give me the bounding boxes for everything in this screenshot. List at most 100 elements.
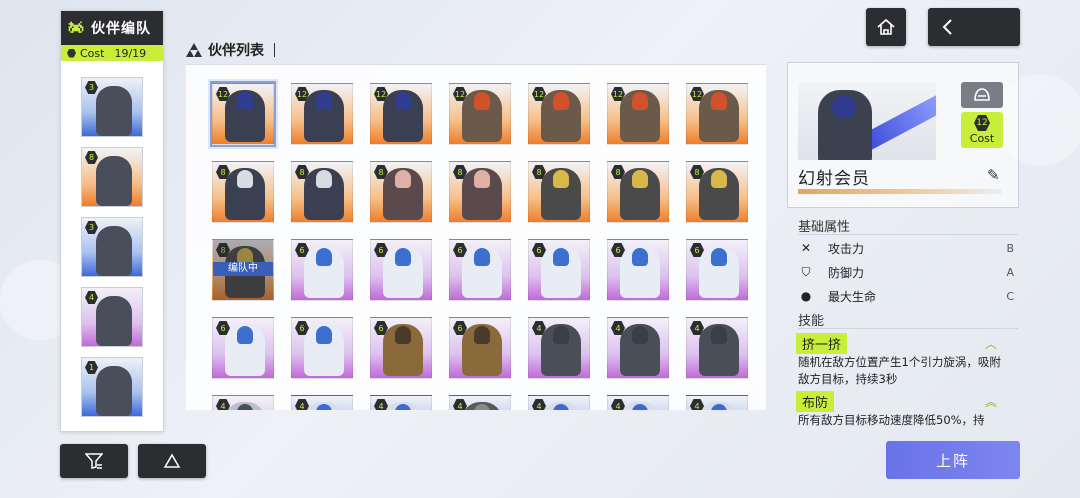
attribute-row: ● 最大生命 C bbox=[798, 285, 1014, 307]
companion-head bbox=[632, 248, 648, 266]
skill-desc-2: 所有敌方目标移动速度降低50%，持 bbox=[798, 413, 985, 427]
companion-card[interactable]: 12 bbox=[370, 83, 432, 145]
companion-card[interactable]: 6 bbox=[607, 239, 669, 301]
in-team-badge: 编队中 bbox=[213, 262, 273, 276]
companion-card[interactable]: 8 编队中 bbox=[212, 239, 274, 301]
home-button[interactable] bbox=[866, 8, 906, 46]
companion-card[interactable]: 12 bbox=[449, 83, 511, 145]
companion-card[interactable]: 4 bbox=[370, 395, 432, 410]
companion-card[interactable]: 4 bbox=[449, 395, 511, 410]
companion-head bbox=[474, 248, 490, 266]
companion-head bbox=[474, 170, 490, 188]
companion-head bbox=[395, 92, 411, 110]
team-member-level: 3 bbox=[85, 81, 98, 94]
companion-card[interactable]: 8 bbox=[449, 161, 511, 223]
unit-portrait bbox=[798, 82, 936, 160]
companion-card[interactable]: 4 bbox=[686, 317, 748, 379]
list-title: 伙伴列表 bbox=[208, 43, 264, 59]
companion-head bbox=[553, 170, 569, 188]
companion-head bbox=[632, 326, 648, 344]
team-member-figure bbox=[96, 86, 132, 136]
companion-card[interactable]: 8 bbox=[528, 161, 590, 223]
attribute-name: 最大生命 bbox=[828, 289, 877, 304]
helmet-toggle-button[interactable] bbox=[961, 82, 1003, 108]
cost-hex-icon bbox=[67, 48, 76, 58]
unit-cost-level: 12 bbox=[974, 115, 990, 131]
companion-card[interactable]: 6 bbox=[528, 239, 590, 301]
back-arrow-icon bbox=[942, 19, 952, 35]
team-member-slot[interactable]: 1 bbox=[81, 357, 143, 417]
skills-title: 技能 bbox=[798, 314, 825, 329]
companion-card[interactable]: 6 bbox=[291, 239, 353, 301]
skill-name-1[interactable]: 挤一挤 bbox=[796, 333, 848, 354]
companion-card[interactable]: 12 bbox=[607, 83, 669, 145]
companion-list-panel[interactable]: 12 12 12 12 12 12 12 8 8 8 8 8 8 8 8 编队中 6 6 6 6 6 6 6 6 6 6 4 4 4 4 4… bbox=[186, 64, 766, 410]
companion-card[interactable]: 6 bbox=[370, 239, 432, 301]
companion-card[interactable]: 6 bbox=[449, 317, 511, 379]
companion-card[interactable]: 4 bbox=[528, 395, 590, 410]
team-member-slot[interactable]: 4 bbox=[81, 287, 143, 347]
companion-head bbox=[553, 326, 569, 344]
companion-level: 4 bbox=[295, 399, 309, 410]
companion-head bbox=[237, 326, 253, 344]
companion-head bbox=[711, 248, 727, 266]
companion-head bbox=[316, 92, 332, 110]
companion-card[interactable]: 6 bbox=[291, 317, 353, 379]
companion-level: 4 bbox=[216, 399, 230, 410]
companion-head bbox=[474, 326, 490, 344]
companion-card[interactable]: 4 bbox=[528, 317, 590, 379]
team-member-slot[interactable]: 8 bbox=[81, 147, 143, 207]
unit-cost-badge: 12 Cost bbox=[961, 112, 1003, 148]
team-member-slot[interactable]: 3 bbox=[81, 217, 143, 277]
edit-pencil-icon[interactable]: ✎ bbox=[987, 166, 1000, 184]
companion-card[interactable]: 4 bbox=[212, 395, 274, 410]
skill-name-2[interactable]: 布防 bbox=[796, 391, 835, 412]
double-chevron-up-icon: ︽ bbox=[985, 395, 998, 409]
chevron-up-icon: ︿ bbox=[985, 337, 998, 351]
companion-card[interactable]: 4 bbox=[291, 395, 353, 410]
companion-card[interactable]: 8 bbox=[370, 161, 432, 223]
companion-card[interactable]: 12 bbox=[291, 83, 353, 145]
attribute-name: 防御力 bbox=[828, 265, 865, 280]
companion-level: 4 bbox=[374, 399, 388, 410]
unit-visor-graphic bbox=[832, 96, 856, 118]
companion-head bbox=[632, 170, 648, 188]
companion-head bbox=[395, 248, 411, 266]
companion-head bbox=[553, 248, 569, 266]
deploy-button[interactable]: 上阵 bbox=[886, 441, 1020, 479]
back-button[interactable] bbox=[928, 8, 1020, 46]
team-member-slot[interactable]: 3 bbox=[81, 77, 143, 137]
companion-card[interactable]: 6 bbox=[686, 239, 748, 301]
companion-card[interactable]: 12 bbox=[686, 83, 748, 145]
companion-card[interactable]: 8 bbox=[212, 161, 274, 223]
companion-card[interactable]: 8 bbox=[607, 161, 669, 223]
companion-level: 4 bbox=[453, 399, 467, 410]
base-attr-title: 基础属性 bbox=[798, 220, 851, 235]
companion-level: 4 bbox=[690, 399, 704, 410]
team-member-list: 3 8 3 4 1 bbox=[61, 61, 163, 417]
companion-head bbox=[711, 170, 727, 188]
crossed-swords-icon: ✕ bbox=[800, 241, 812, 255]
companion-card[interactable]: 8 bbox=[291, 161, 353, 223]
companion-card[interactable]: 6 bbox=[449, 239, 511, 301]
filter-button[interactable] bbox=[60, 444, 128, 478]
companion-head bbox=[316, 326, 332, 344]
companion-card[interactable]: 8 bbox=[686, 161, 748, 223]
section-divider bbox=[798, 328, 1018, 329]
companion-level: 8 bbox=[216, 243, 230, 257]
companion-card[interactable]: 12 bbox=[210, 81, 276, 147]
companion-card[interactable]: 6 bbox=[212, 317, 274, 379]
team-cost-value: 19/19 bbox=[114, 46, 147, 60]
companion-card[interactable]: 12 bbox=[528, 83, 590, 145]
attribute-name: 攻击力 bbox=[828, 241, 865, 256]
companion-head bbox=[237, 92, 253, 110]
sort-button[interactable] bbox=[138, 444, 206, 478]
triangle-icon bbox=[163, 453, 181, 468]
companion-card[interactable]: 4 bbox=[686, 395, 748, 410]
companion-card[interactable]: 4 bbox=[607, 395, 669, 410]
companion-card[interactable]: 4 bbox=[607, 317, 669, 379]
companion-card[interactable]: 6 bbox=[370, 317, 432, 379]
filter-icon bbox=[85, 453, 103, 469]
attribute-row: ✕ 攻击力 B bbox=[798, 237, 1014, 259]
unit-cost-label: Cost bbox=[969, 132, 995, 145]
